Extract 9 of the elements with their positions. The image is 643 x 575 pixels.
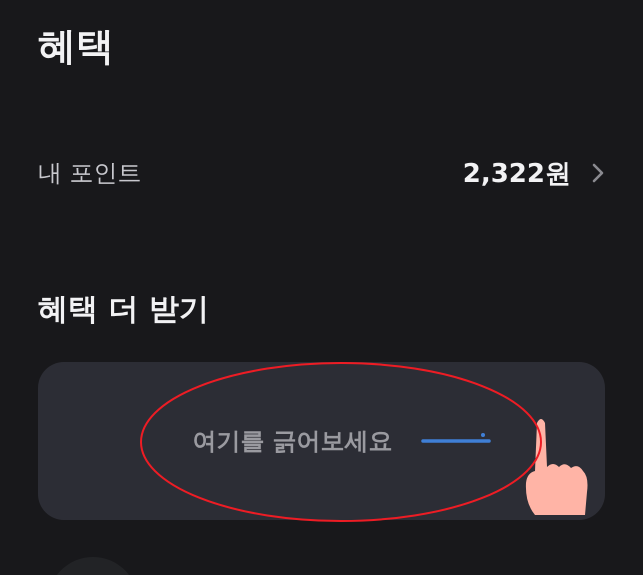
points-value: 2,322원 bbox=[462, 158, 571, 190]
scratch-card[interactable]: 여기를 긁어보세요 bbox=[38, 362, 605, 520]
swipe-line-icon bbox=[420, 432, 491, 444]
scratch-hint: 여기를 긁어보세요 bbox=[192, 426, 393, 457]
points-label: 내 포인트 bbox=[38, 158, 143, 189]
page-title: 혜택 bbox=[38, 23, 115, 70]
chevron-right-icon bbox=[591, 162, 605, 184]
section-title: 혜택 더 받기 bbox=[38, 291, 210, 329]
points-row[interactable]: 내 포인트 2,322원 bbox=[38, 148, 605, 198]
